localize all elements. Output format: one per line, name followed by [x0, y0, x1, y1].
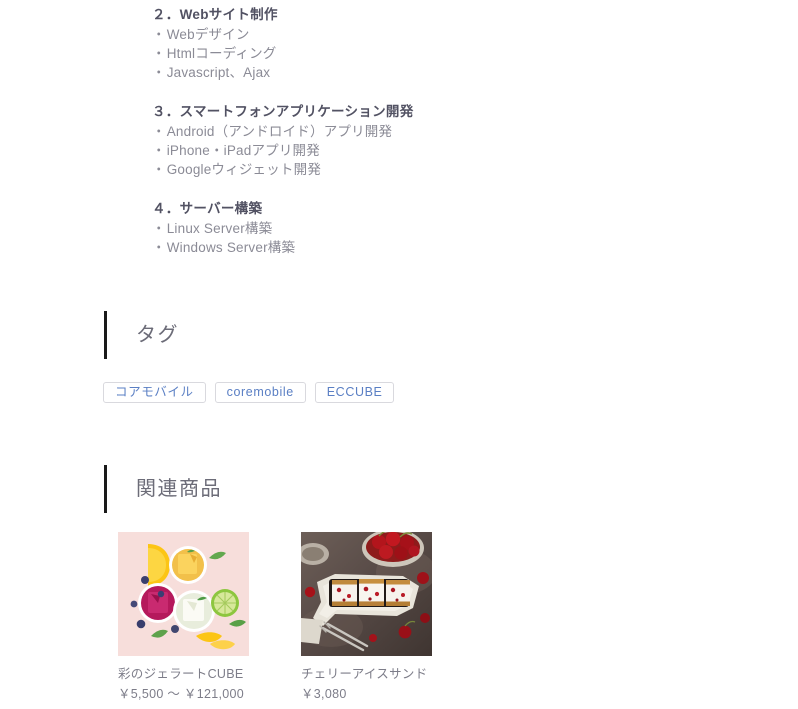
bullet-icon: ・: [152, 221, 166, 236]
service-list-item: ・Htmlコーディング: [152, 44, 672, 63]
service-list-item: ・Android（アンドロイド）アプリ開発: [152, 122, 672, 141]
service-list-item-label: Linux Server構築: [166, 221, 273, 236]
service-list-item: ・Javascript、Ajax: [152, 63, 672, 82]
bullet-icon: ・: [152, 240, 166, 255]
service-group: ２．Webサイト制作 ・Webデザイン ・Htmlコーディング ・Javascr…: [152, 5, 672, 82]
product-price: ￥3,080: [301, 687, 347, 701]
tag-section-heading-label: タグ: [136, 324, 179, 346]
tag-section-heading: タグ: [104, 311, 179, 359]
product-name: チェリーアイスサンド: [301, 667, 428, 681]
related-products-heading-label: 関連商品: [136, 478, 222, 500]
heading-accent-bar: [104, 465, 107, 513]
service-list-item-label: Webデザイン: [166, 27, 250, 42]
tag-pill-eccube[interactable]: ECCUBE: [314, 382, 395, 403]
bullet-icon: ・: [152, 27, 166, 42]
gelato-cube-photo[interactable]: [118, 532, 249, 656]
service-list-item: ・Windows Server構築: [152, 238, 672, 257]
bullet-icon: ・: [152, 162, 166, 177]
related-products-heading: 関連商品: [104, 465, 222, 513]
service-list-item-label: Android（アンドロイド）アプリ開発: [166, 124, 393, 139]
service-group: ４．サーバー構築 ・Linux Server構築 ・Windows Server…: [152, 199, 672, 257]
bullet-icon: ・: [152, 124, 166, 139]
service-group-title: ４．サーバー構築: [152, 201, 263, 216]
product-name: 彩のジェラートCUBE: [118, 667, 244, 681]
bullet-icon: ・: [152, 143, 166, 158]
service-list-item-label: Javascript、Ajax: [166, 65, 271, 80]
product-card[interactable]: 彩のジェラートCUBE ￥5,500 〜 ￥121,000: [118, 532, 249, 703]
service-description: ２．Webサイト制作 ・Webデザイン ・Htmlコーディング ・Javascr…: [152, 5, 672, 257]
related-products-grid: 彩のジェラートCUBE ￥5,500 〜 ￥121,000 チェリーアイスサンド…: [118, 532, 432, 703]
product-detail-page: ２．Webサイト制作 ・Webデザイン ・Htmlコーディング ・Javascr…: [0, 0, 798, 709]
service-list-item: ・Googleウィジェット開発: [152, 160, 672, 179]
product-card[interactable]: チェリーアイスサンド ￥3,080: [301, 532, 432, 703]
tag-pill-coremobile-ja[interactable]: コアモバイル: [103, 382, 206, 403]
bullet-icon: ・: [152, 46, 166, 61]
service-list-item: ・Linux Server構築: [152, 219, 672, 238]
cherry-ice-sandwich-photo[interactable]: [301, 532, 432, 656]
tag-pill-coremobile[interactable]: coremobile: [214, 382, 306, 403]
service-list-item-label: iPhone・iPadアプリ開発: [166, 143, 320, 158]
tag-list: コアモバイル coremobile ECCUBE: [103, 382, 395, 403]
bullet-icon: ・: [152, 65, 166, 80]
service-list-item-label: Googleウィジェット開発: [166, 162, 322, 177]
service-list-item: ・iPhone・iPadアプリ開発: [152, 141, 672, 160]
product-price: ￥5,500 〜 ￥121,000: [118, 687, 245, 701]
service-list-item-label: Windows Server構築: [166, 240, 296, 255]
heading-accent-bar: [104, 311, 107, 359]
service-list-item-label: Htmlコーディング: [166, 46, 277, 61]
service-group-title: ２．Webサイト制作: [152, 7, 278, 22]
service-group: ３．スマートフォンアプリケーション開発 ・Android（アンドロイド）アプリ開…: [152, 102, 672, 179]
service-list-item: ・Webデザイン: [152, 25, 672, 44]
service-group-title: ３．スマートフォンアプリケーション開発: [152, 104, 414, 119]
